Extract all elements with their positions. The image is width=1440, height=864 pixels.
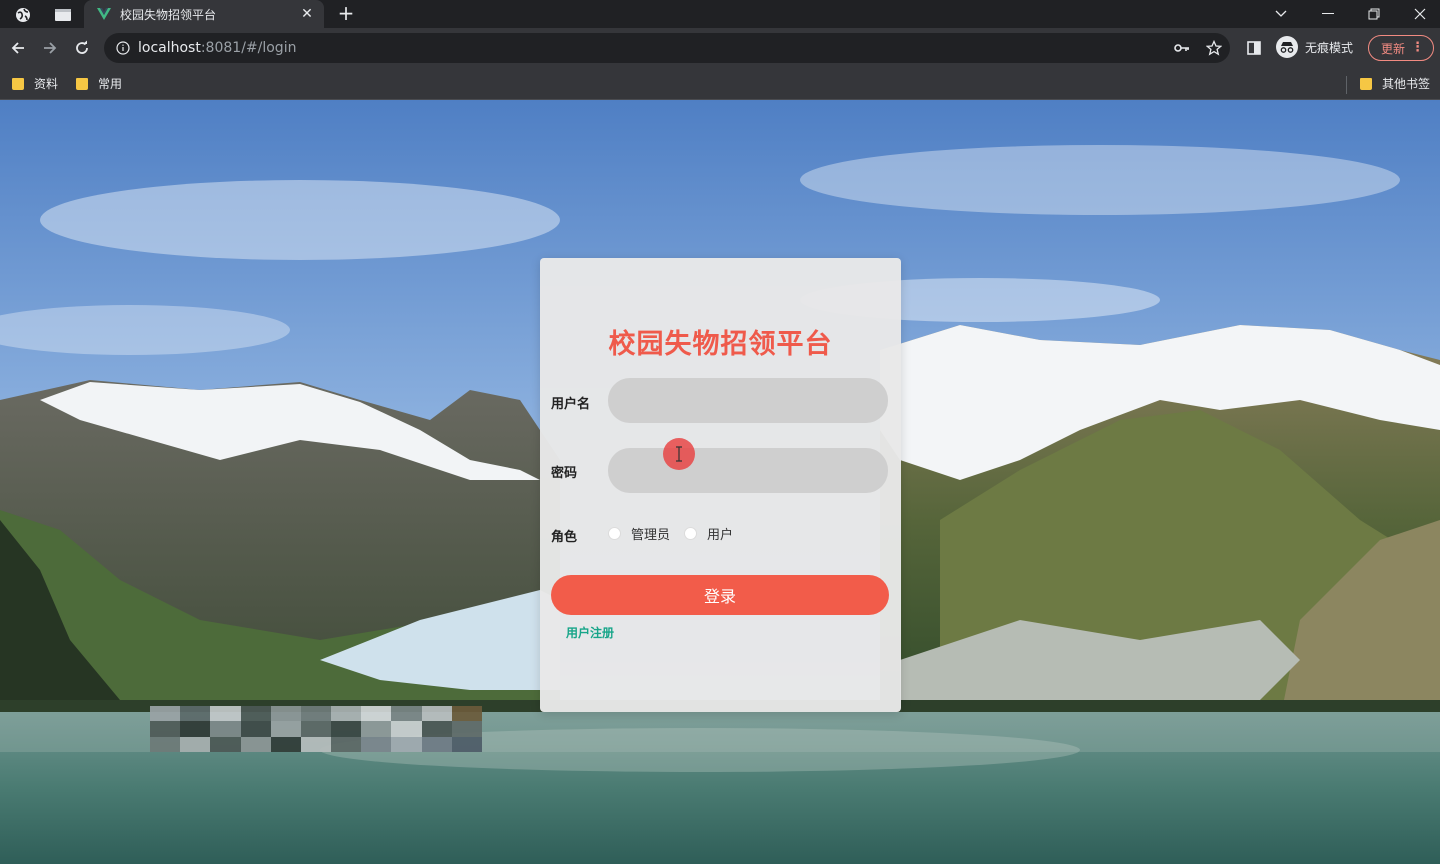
mosaic-overlay	[150, 706, 482, 752]
role-admin-label[interactable]: 管理员	[631, 524, 670, 543]
close-tab-icon[interactable]: ✕	[298, 6, 316, 22]
close-window-icon[interactable]	[1397, 0, 1440, 28]
tab-active[interactable]: 校园失物招领平台 ✕	[84, 0, 324, 28]
role-label: 角色	[551, 530, 578, 545]
update-label: 更新	[1381, 41, 1406, 56]
login-card: 校园失物招领平台 用户名 密码 角色 管理员 用户 登录 用户注册	[540, 258, 901, 712]
bookmark-separator	[1346, 76, 1347, 94]
info-icon[interactable]	[116, 41, 130, 55]
side-panel-icon[interactable]	[1244, 38, 1264, 58]
new-tab-button[interactable]: +	[334, 2, 358, 26]
bookmark-folder-other[interactable]: 其他书签	[1360, 75, 1430, 92]
bookmark-folder-ziliao[interactable]: 资料	[12, 75, 58, 92]
address-bar[interactable]: localhost:8081/#/login	[104, 33, 1230, 63]
globe-icon[interactable]	[8, 4, 38, 26]
folder-icon	[1360, 77, 1372, 90]
login-button[interactable]: 登录	[551, 575, 889, 615]
key-icon[interactable]	[1174, 40, 1190, 56]
page-title: 校园失物招领平台	[608, 329, 833, 360]
incognito-label: 无痕模式	[1305, 40, 1354, 55]
minimize-icon[interactable]	[1305, 0, 1351, 28]
incognito-icon	[1276, 36, 1298, 58]
chevron-down-icon[interactable]	[1258, 0, 1304, 28]
username-label: 用户名	[551, 397, 591, 412]
more-menu-icon[interactable]: ⋮	[1411, 41, 1424, 55]
username-input[interactable]	[608, 378, 888, 423]
update-button[interactable]: 更新 ⋮	[1368, 35, 1434, 61]
bookmark-folder-changyong[interactable]: 常用	[76, 75, 122, 92]
url-host: localhost	[138, 40, 201, 56]
role-radio-group: 管理员 用户	[608, 524, 747, 543]
vue-icon	[97, 8, 111, 20]
reload-icon[interactable]	[70, 36, 94, 60]
incognito-indicator[interactable]: 无痕模式	[1276, 36, 1353, 58]
folder-icon	[12, 77, 24, 90]
folder-icon	[76, 77, 88, 90]
text-cursor-icon	[663, 438, 695, 470]
star-icon[interactable]	[1206, 40, 1222, 56]
bookmark-label: 常用	[98, 77, 123, 91]
tab-strip: 校园失物招领平台 ✕ +	[0, 0, 1440, 28]
password-input[interactable]	[608, 448, 888, 493]
bookmark-label: 资料	[34, 77, 59, 91]
role-admin-radio[interactable]	[608, 527, 621, 540]
password-label: 密码	[551, 466, 578, 481]
tab-search-icon[interactable]	[48, 4, 78, 26]
role-user-label[interactable]: 用户	[707, 524, 733, 543]
page-viewport: 校园失物招领平台 用户名 密码 角色 管理员 用户 登录 用户注册	[0, 100, 1440, 864]
role-user-radio[interactable]	[684, 527, 698, 540]
browser-toolbar: localhost:8081/#/login 无痕模式 更新 ⋮	[0, 28, 1440, 68]
tab-title: 校园失物招领平台	[120, 7, 217, 22]
bookmarks-bar: 资料 常用 其他书签	[0, 68, 1440, 100]
restore-icon[interactable]	[1351, 0, 1397, 28]
url-path: :8081/#/login	[200, 40, 297, 56]
forward-icon[interactable]	[38, 36, 62, 60]
bookmark-label: 其他书签	[1382, 77, 1431, 91]
back-icon[interactable]	[6, 36, 30, 60]
register-link[interactable]: 用户注册	[566, 624, 614, 641]
